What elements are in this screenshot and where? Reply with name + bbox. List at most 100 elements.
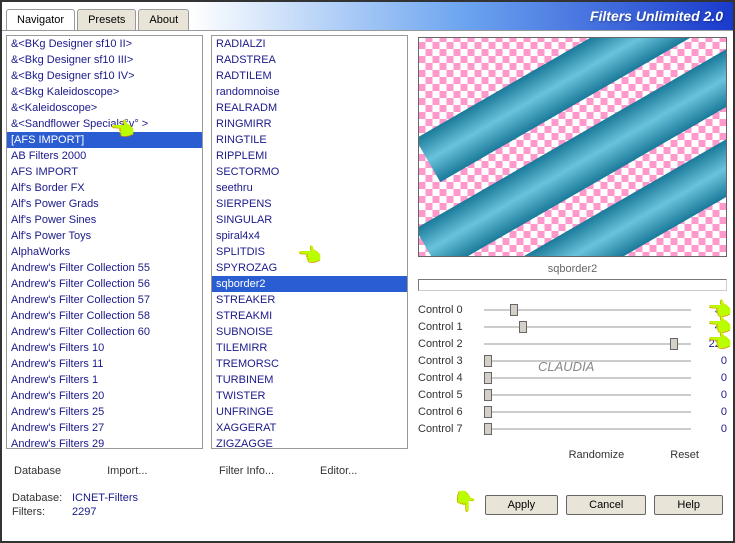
filter-item[interactable]: TWISTER — [212, 388, 407, 404]
category-item[interactable]: Andrew's Filters 27 — [7, 420, 202, 436]
filter-item[interactable]: TREMORSC — [212, 356, 407, 372]
category-item[interactable]: AlphaWorks — [7, 244, 202, 260]
control-row: Control 40 — [418, 369, 727, 386]
filter-item[interactable]: REALRADM — [212, 100, 407, 116]
category-item[interactable]: Andrew's Filters 1 — [7, 372, 202, 388]
filter-item[interactable]: RINGTILE — [212, 132, 407, 148]
tab-presets[interactable]: Presets — [77, 9, 136, 30]
control-slider[interactable] — [484, 411, 691, 413]
filter-list: RADIALZIRADSTREARADTILEMrandomnoiseREALR… — [212, 36, 407, 449]
category-list-scroll[interactable]: &<BKg Designer sf10 II>&<Bkg Designer sf… — [6, 35, 203, 449]
filter-item[interactable]: SIERPENS — [212, 196, 407, 212]
category-item[interactable]: Andrew's Filters 25 — [7, 404, 202, 420]
control-row: Control 143 — [418, 318, 727, 335]
category-item[interactable]: Andrew's Filter Collection 55 — [7, 260, 202, 276]
filter-item[interactable]: sqborder2 — [212, 276, 407, 292]
filter-item[interactable]: SPLITDIS — [212, 244, 407, 260]
filter-item[interactable]: SUBNOISE — [212, 324, 407, 340]
control-value: 0 — [697, 423, 727, 435]
control-row: Control 7 0 — [418, 420, 727, 437]
tab-about[interactable]: About — [138, 9, 189, 30]
filter-item[interactable]: TILEMIRR — [212, 340, 407, 356]
category-item[interactable]: &<Sandflower Specials°v° > — [7, 116, 202, 132]
control-label: Control 4 — [418, 372, 478, 384]
category-item[interactable]: Andrew's Filter Collection 60 — [7, 324, 202, 340]
cancel-button[interactable]: Cancel — [566, 495, 646, 515]
category-item[interactable]: Andrew's Filter Collection 58 — [7, 308, 202, 324]
category-item[interactable]: AB Filters 2000 — [7, 148, 202, 164]
database-button[interactable]: Database — [6, 461, 69, 481]
control-label: Control 3 — [418, 355, 478, 367]
filter-item[interactable]: spiral4x4 — [212, 228, 407, 244]
category-item[interactable]: Andrew's Filters 20 — [7, 388, 202, 404]
filter-item[interactable]: RADIALZI — [212, 36, 407, 52]
category-list: &<BKg Designer sf10 II>&<Bkg Designer sf… — [7, 36, 202, 449]
filter-preview — [418, 37, 727, 257]
progress-bar — [418, 279, 727, 291]
category-item[interactable]: Andrew's Filters 10 — [7, 340, 202, 356]
control-slider[interactable] — [484, 326, 691, 328]
category-item[interactable]: Alf's Border FX — [7, 180, 202, 196]
category-item[interactable]: Andrew's Filters 29 — [7, 436, 202, 449]
filter-item[interactable]: UNFRINGE — [212, 404, 407, 420]
control-row: Control 3 0 — [418, 352, 727, 369]
editor-button[interactable]: Editor... — [312, 461, 365, 481]
filter-item[interactable]: RADTILEM — [212, 68, 407, 84]
category-item[interactable]: Alf's Power Grads — [7, 196, 202, 212]
category-item[interactable]: &<Bkg Designer sf10 III> — [7, 52, 202, 68]
control-label: Control 7 — [418, 423, 478, 435]
filter-item[interactable]: XAGGERAT — [212, 420, 407, 436]
category-item[interactable]: Alf's Power Toys — [7, 228, 202, 244]
category-item[interactable]: [AFS IMPORT] — [7, 132, 202, 148]
import-button[interactable]: Import... — [99, 461, 155, 481]
category-item[interactable]: Alf's Power Sines — [7, 212, 202, 228]
control-slider[interactable] — [484, 428, 691, 430]
filter-item[interactable]: STREAKER — [212, 292, 407, 308]
tab-navigator[interactable]: Navigator — [6, 9, 75, 30]
category-item[interactable]: Andrew's Filter Collection 57 — [7, 292, 202, 308]
slider-controls: CLAUDIA Control 032Control 143Control 22… — [418, 301, 727, 437]
filter-item[interactable]: randomnoise — [212, 84, 407, 100]
filter-item[interactable]: ZIGZAGGE — [212, 436, 407, 449]
filter-item[interactable]: seethru — [212, 180, 407, 196]
control-label: Control 6 — [418, 406, 478, 418]
app-title: Filters Unlimited 2.0 — [191, 2, 733, 30]
category-item[interactable]: Andrew's Filter Collection 56 — [7, 276, 202, 292]
control-row: Control 2 229 — [418, 335, 727, 352]
filter-list-scroll[interactable]: RADIALZIRADSTREARADTILEMrandomnoiseREALR… — [211, 35, 408, 449]
help-button[interactable]: Help — [654, 495, 723, 515]
control-value: 32 — [697, 304, 727, 316]
filter-info-button[interactable]: Filter Info... — [211, 461, 282, 481]
filter-item[interactable]: TURBINEM — [212, 372, 407, 388]
filter-item[interactable]: SINGULAR — [212, 212, 407, 228]
control-value: 229 — [697, 338, 727, 350]
randomize-button[interactable]: Randomize — [561, 445, 633, 465]
control-row: Control 032 — [418, 301, 727, 318]
control-label: Control 2 — [418, 338, 478, 350]
reset-button[interactable]: Reset — [662, 445, 707, 465]
control-slider[interactable] — [484, 343, 691, 345]
apply-button[interactable]: Apply — [485, 495, 559, 515]
control-label: Control 1 — [418, 321, 478, 333]
filter-item[interactable]: RADSTREA — [212, 52, 407, 68]
control-slider[interactable] — [484, 377, 691, 379]
tab-bar: Navigator Presets About — [6, 9, 191, 30]
category-item[interactable]: &<Bkg Designer sf10 IV> — [7, 68, 202, 84]
filter-item[interactable]: SECTORMO — [212, 164, 407, 180]
control-label: Control 5 — [418, 389, 478, 401]
filter-item[interactable]: STREAKMI — [212, 308, 407, 324]
category-item[interactable]: AFS IMPORT — [7, 164, 202, 180]
control-slider[interactable] — [484, 309, 691, 311]
category-item[interactable]: &<BKg Designer sf10 II> — [7, 36, 202, 52]
filter-item[interactable]: SPYROZAG — [212, 260, 407, 276]
category-item[interactable]: Andrew's Filters 11 — [7, 356, 202, 372]
category-item[interactable]: &<Kaleidoscope> — [7, 100, 202, 116]
control-value: 0 — [697, 406, 727, 418]
filter-item[interactable]: RIPPLEMI — [212, 148, 407, 164]
control-slider[interactable] — [484, 360, 691, 362]
control-row: Control 50 — [418, 386, 727, 403]
category-item[interactable]: &<Bkg Kaleidoscope> — [7, 84, 202, 100]
control-value: 0 — [697, 355, 727, 367]
filter-item[interactable]: RINGMIRR — [212, 116, 407, 132]
control-slider[interactable] — [484, 394, 691, 396]
